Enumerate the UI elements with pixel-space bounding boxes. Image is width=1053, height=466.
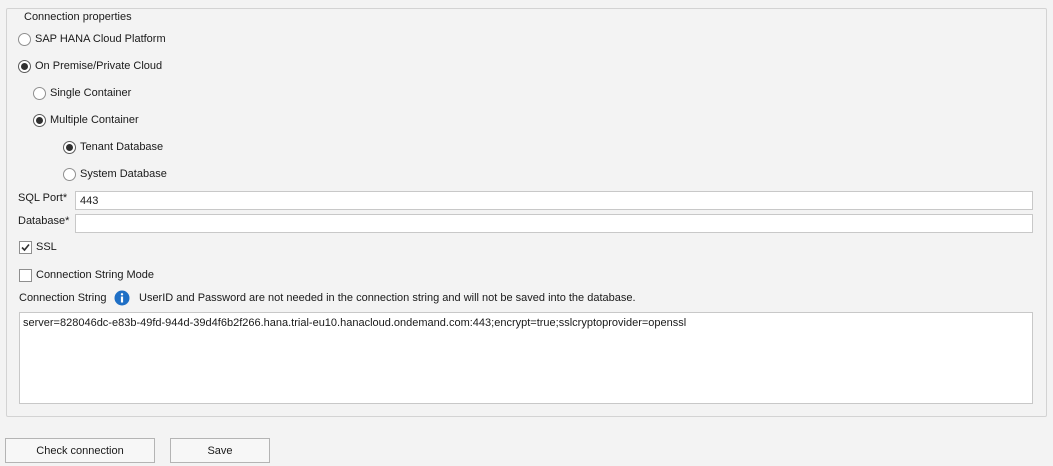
database-input[interactable] xyxy=(75,214,1033,233)
connection-string-textarea[interactable]: server=828046dc-e83b-49fd-944d-39d4f6b2f… xyxy=(19,312,1033,404)
radio-button-icon[interactable] xyxy=(33,86,46,100)
sql-port-label: SQL Port* xyxy=(18,192,68,204)
radio-button-icon[interactable] xyxy=(18,59,31,73)
radio-label: Multiple Container xyxy=(50,114,139,126)
info-icon xyxy=(114,290,130,306)
check-connection-button[interactable]: Check connection xyxy=(5,438,155,463)
radio-label: On Premise/Private Cloud xyxy=(35,60,163,72)
radio-sap-hana-cloud-platform[interactable]: SAP HANA Cloud Platform xyxy=(18,30,166,48)
database-label: Database* xyxy=(18,215,70,227)
ssl-checkbox[interactable] xyxy=(19,240,32,254)
radio-button-icon[interactable] xyxy=(18,32,31,46)
radio-label: Tenant Database xyxy=(80,141,164,153)
ssl-checkbox-row[interactable]: SSL xyxy=(19,238,57,256)
checkmark-icon xyxy=(21,243,30,251)
connection-string-mode-checkbox[interactable] xyxy=(19,268,32,282)
radio-button-icon[interactable] xyxy=(63,140,76,154)
ssl-label: SSL xyxy=(36,241,57,253)
radio-on-premise-private-cloud[interactable]: On Premise/Private Cloud xyxy=(18,57,162,75)
radio-multiple-container[interactable]: Multiple Container xyxy=(33,111,139,129)
radio-label: Single Container xyxy=(50,87,132,99)
radio-label: System Database xyxy=(80,168,167,180)
radio-system-database[interactable]: System Database xyxy=(63,165,167,183)
radio-single-container[interactable]: Single Container xyxy=(33,84,131,102)
connection-string-info-text: UserID and Password are not needed in th… xyxy=(139,292,636,304)
connection-string-mode-row[interactable]: Connection String Mode xyxy=(19,266,154,284)
connection-string-mode-label: Connection String Mode xyxy=(36,269,155,281)
radio-button-icon[interactable] xyxy=(63,167,76,181)
connection-string-label: Connection String xyxy=(19,292,107,304)
save-button[interactable]: Save xyxy=(170,438,270,463)
sql-port-input[interactable] xyxy=(75,191,1033,210)
radio-tenant-database[interactable]: Tenant Database xyxy=(63,138,163,156)
radio-label: SAP HANA Cloud Platform xyxy=(35,33,166,45)
radio-button-icon[interactable] xyxy=(33,113,46,127)
group-title: Connection properties xyxy=(21,9,135,25)
